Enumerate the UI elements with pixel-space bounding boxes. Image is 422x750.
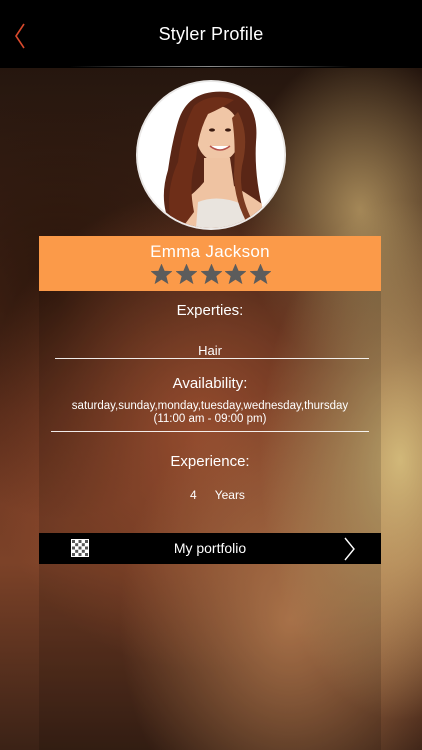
profile-photo <box>138 82 284 228</box>
page-title: Styler Profile <box>158 24 264 44</box>
experience-unit: Years <box>214 488 245 502</box>
expertise-value: Hair <box>198 343 222 358</box>
experience-number: 4 <box>190 488 197 502</box>
availability-divider <box>51 431 369 432</box>
expertise-label: Experties: <box>176 302 244 319</box>
avatar <box>138 82 284 228</box>
experience-value: 4 Years <box>190 488 245 502</box>
star-icon <box>175 264 197 284</box>
nav-divider <box>70 66 352 67</box>
availability-label: Availability: <box>172 375 248 392</box>
star-icon <box>151 264 172 284</box>
experience-label: Experience: <box>170 453 250 470</box>
chevron-right-icon <box>344 537 355 561</box>
portfolio-label: My portfolio <box>173 540 247 556</box>
star-icon <box>200 264 222 284</box>
rating-stars <box>151 264 271 284</box>
portfolio-button[interactable]: My portfolio <box>39 533 381 564</box>
availability-hours: (11:00 am - 09:00 pm) <box>153 413 267 425</box>
availability-days: saturday,sunday,monday,tuesday,wednesday… <box>71 400 349 412</box>
styler-name: Emma Jackson <box>150 242 270 261</box>
styler-profile-screen: Styler Profile Emma Jackson Experties: H… <box>0 0 422 750</box>
nav-bar: Styler Profile <box>0 0 422 68</box>
star-icon <box>225 264 247 284</box>
star-icon <box>250 264 271 284</box>
expertise-divider <box>55 358 369 359</box>
